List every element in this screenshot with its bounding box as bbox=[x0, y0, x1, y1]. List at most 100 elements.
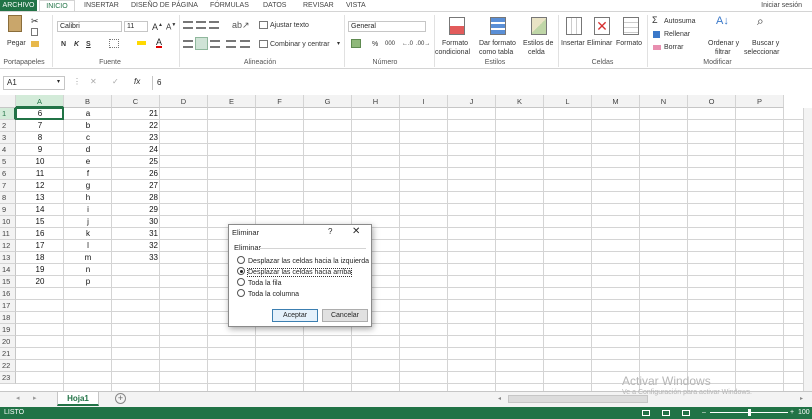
cell-c3[interactable]: 23 bbox=[114, 132, 158, 144]
cell-b4[interactable]: d bbox=[66, 144, 110, 156]
option-entire-column[interactable]: Toda la columna bbox=[237, 289, 299, 299]
cell-a9[interactable]: 14 bbox=[18, 204, 62, 216]
cell-b2[interactable]: b bbox=[66, 120, 110, 132]
font-name-select[interactable]: Calibri bbox=[57, 21, 122, 32]
orientation-icon[interactable]: ab↗ bbox=[232, 20, 250, 31]
cell-b6[interactable]: f bbox=[66, 168, 110, 180]
row-header-9[interactable]: 9 bbox=[0, 204, 16, 216]
cell-a7[interactable]: 12 bbox=[18, 180, 62, 192]
chevron-down-icon[interactable]: ▾ bbox=[337, 40, 340, 49]
tab-insert[interactable]: INSERTAR bbox=[84, 0, 119, 11]
cell-b11[interactable]: k bbox=[66, 228, 110, 240]
conditional-format-button[interactable]: Formato bbox=[442, 39, 468, 48]
percent-button[interactable]: % bbox=[372, 40, 378, 49]
cell-b5[interactable]: e bbox=[66, 156, 110, 168]
cell-a5[interactable]: 10 bbox=[18, 156, 62, 168]
find-select-button[interactable]: Buscar y bbox=[752, 39, 779, 48]
cell-a3[interactable]: 8 bbox=[18, 132, 62, 144]
row-header-12[interactable]: 12 bbox=[0, 240, 16, 252]
cell-a15[interactable]: 20 bbox=[18, 276, 62, 288]
column-header-p[interactable]: P bbox=[736, 95, 784, 108]
sort-filter-button[interactable]: Ordenar y bbox=[708, 39, 739, 48]
cell-c2[interactable]: 22 bbox=[114, 120, 158, 132]
paste-button[interactable]: Pegar bbox=[7, 39, 26, 48]
align-right-icon[interactable] bbox=[210, 40, 220, 48]
next-sheet-icon[interactable]: ▸ bbox=[33, 394, 37, 402]
cell-c1[interactable]: 21 bbox=[114, 108, 158, 120]
decrease-decimal-icon[interactable]: .00→ bbox=[416, 40, 430, 49]
bold-button[interactable]: N bbox=[61, 40, 66, 49]
wrap-text-button[interactable]: Ajustar texto bbox=[270, 21, 309, 30]
align-bottom-icon[interactable] bbox=[209, 21, 219, 29]
insert-function-button[interactable]: fx bbox=[134, 77, 140, 86]
radio-icon[interactable] bbox=[237, 256, 245, 264]
close-icon[interactable]: ✕ bbox=[352, 226, 360, 237]
cell-a8[interactable]: 13 bbox=[18, 192, 62, 204]
tab-review[interactable]: REVISAR bbox=[303, 0, 334, 11]
column-header-n[interactable]: N bbox=[640, 95, 688, 108]
align-middle-icon[interactable] bbox=[196, 21, 206, 29]
row-header-13[interactable]: 13 bbox=[0, 252, 16, 264]
cell-a11[interactable]: 16 bbox=[18, 228, 62, 240]
formula-input[interactable]: 6 bbox=[152, 76, 809, 90]
row-header-7[interactable]: 7 bbox=[0, 180, 16, 192]
column-header-e[interactable]: E bbox=[208, 95, 256, 108]
help-button[interactable]: ? bbox=[328, 227, 332, 236]
cell-b15[interactable]: p bbox=[66, 276, 110, 288]
cell-c10[interactable]: 30 bbox=[114, 216, 158, 228]
sheet-tab[interactable]: Hoja1 bbox=[57, 392, 99, 406]
select-all-corner[interactable] bbox=[0, 95, 16, 108]
cancel-icon[interactable]: ✕ bbox=[90, 77, 97, 86]
row-header-5[interactable]: 5 bbox=[0, 156, 16, 168]
cell-c13[interactable]: 33 bbox=[114, 252, 158, 264]
column-header-j[interactable]: J bbox=[448, 95, 496, 108]
font-color-icon[interactable]: A bbox=[156, 38, 163, 48]
cell-c12[interactable]: 32 bbox=[114, 240, 158, 252]
row-header-21[interactable]: 21 bbox=[0, 348, 16, 360]
font-size-select[interactable]: 11 bbox=[124, 21, 148, 32]
chevron-down-icon[interactable]: ▾ bbox=[57, 78, 60, 85]
tab-file[interactable]: ARCHIVO bbox=[0, 0, 37, 11]
tab-data[interactable]: DATOS bbox=[263, 0, 286, 11]
grow-font-icon[interactable]: A▲ bbox=[152, 21, 163, 32]
number-format-select[interactable]: General bbox=[348, 21, 426, 32]
row-header-18[interactable]: 18 bbox=[0, 312, 16, 324]
option-shift-up[interactable]: Desplazar las celdas hacia arriba bbox=[237, 267, 353, 277]
cell-b8[interactable]: h bbox=[66, 192, 110, 204]
row-header-16[interactable]: 16 bbox=[0, 288, 16, 300]
increase-indent-icon[interactable] bbox=[240, 40, 250, 48]
row-header-6[interactable]: 6 bbox=[0, 168, 16, 180]
autosum-button[interactable]: Autosuma bbox=[664, 17, 696, 26]
worksheet-grid[interactable]: A B C D E F G H I J K L M N O P 1 2 3 4 5 6 7 8 9 10 11 12 13 14 15 16 1… bbox=[0, 95, 812, 391]
column-header-d[interactable]: D bbox=[160, 95, 208, 108]
cell-c4[interactable]: 24 bbox=[114, 144, 158, 156]
cell-b9[interactable]: i bbox=[66, 204, 110, 216]
thousands-button[interactable]: 000 bbox=[385, 40, 395, 49]
column-header-k[interactable]: K bbox=[496, 95, 544, 108]
cell-styles-button[interactable]: Estilos de bbox=[523, 39, 553, 48]
row-header-17[interactable]: 17 bbox=[0, 300, 16, 312]
ok-button[interactable]: Aceptar bbox=[272, 309, 318, 322]
cell-a14[interactable]: 19 bbox=[18, 264, 62, 276]
tab-formulas[interactable]: FÓRMULAS bbox=[210, 0, 249, 11]
row-header-23[interactable]: 23 bbox=[0, 372, 16, 384]
radio-icon[interactable] bbox=[237, 289, 245, 297]
column-header-c[interactable]: C bbox=[112, 95, 160, 108]
column-header-b[interactable]: B bbox=[64, 95, 112, 108]
cell-c8[interactable]: 28 bbox=[114, 192, 158, 204]
row-header-8[interactable]: 8 bbox=[0, 192, 16, 204]
format-table-button[interactable]: Dar formato bbox=[479, 39, 516, 48]
cell-b10[interactable]: j bbox=[66, 216, 110, 228]
underline-button[interactable]: S bbox=[86, 40, 91, 49]
row-header-3[interactable]: 3 bbox=[0, 132, 16, 144]
tab-page-layout[interactable]: DISEÑO DE PÁGINA bbox=[131, 0, 198, 11]
horizontal-scrollbar[interactable] bbox=[508, 395, 648, 403]
column-header-m[interactable]: M bbox=[592, 95, 640, 108]
column-header-h[interactable]: H bbox=[352, 95, 400, 108]
zoom-out-icon[interactable]: – bbox=[702, 407, 706, 419]
radio-icon[interactable] bbox=[237, 278, 245, 286]
normal-view-icon[interactable] bbox=[642, 410, 650, 416]
italic-button[interactable]: K bbox=[74, 40, 79, 49]
row-header-2[interactable]: 2 bbox=[0, 120, 16, 132]
page-layout-view-icon[interactable] bbox=[662, 410, 670, 416]
